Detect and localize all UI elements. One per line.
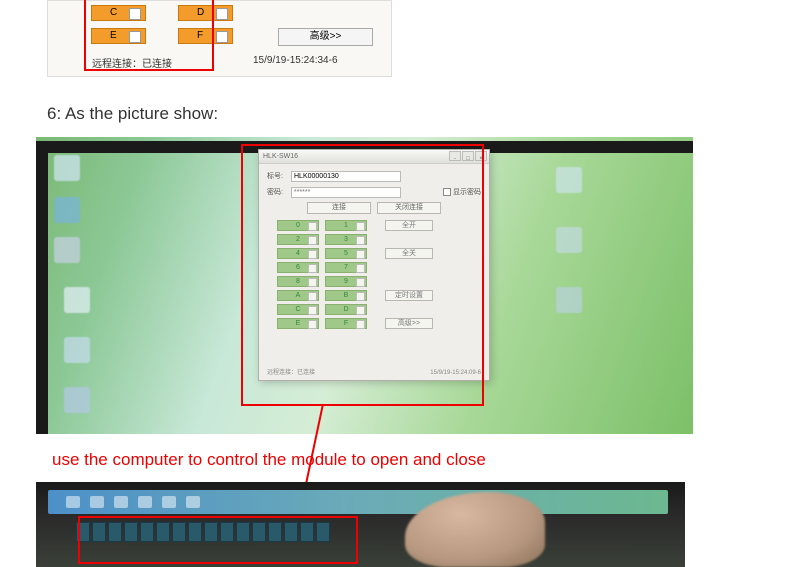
window-title: HLK-SW16 [263, 153, 298, 160]
relay-button[interactable]: D [325, 304, 367, 315]
relay-button[interactable]: 5 [325, 248, 367, 259]
hardware-photo [36, 482, 685, 567]
taskbar-icon [186, 496, 200, 508]
pwd-label: 密码: [267, 187, 291, 197]
relay-button-c[interactable]: C [91, 5, 146, 21]
connection-status: 远程连接：已连接 [92, 55, 172, 70]
step-heading: 6: As the picture show: [47, 104, 218, 124]
connect-button[interactable]: 连接 [307, 202, 371, 214]
desktop-icon [64, 387, 90, 413]
minimize-icon[interactable]: - [449, 151, 461, 161]
disconnect-button[interactable]: 关闭连接 [377, 202, 441, 214]
relay-button[interactable]: 0 [277, 220, 319, 231]
taskbar-icon [90, 496, 104, 508]
desktop-photo: HLK-SW16 - □ × 标号: 密码: 显示密码 连接 [36, 137, 693, 434]
taskbar-icon [114, 496, 128, 508]
pwd-input[interactable] [291, 187, 401, 198]
desktop-icon [556, 287, 582, 313]
taskbar-icon [138, 496, 152, 508]
advanced-button[interactable]: 高级>> [278, 28, 373, 46]
id-input[interactable] [291, 171, 401, 182]
relay-button[interactable]: F [325, 318, 367, 329]
relay-button[interactable]: E [277, 318, 319, 329]
id-label: 标号: [267, 171, 291, 181]
relay-button-f[interactable]: F [178, 28, 233, 44]
desktop-icon [556, 167, 582, 193]
top-partial-screenshot: C D E F 高级>> 远程连接：已连接 15/9/19-15:24:34-6 [47, 0, 392, 77]
close-icon[interactable]: × [475, 151, 487, 161]
relay-button[interactable]: 4 [277, 248, 319, 259]
relay-button[interactable]: 8 [277, 276, 319, 287]
relay-button[interactable]: 9 [325, 276, 367, 287]
maximize-icon[interactable]: □ [462, 151, 474, 161]
show-pwd-checkbox[interactable] [443, 188, 451, 196]
relay-button[interactable]: 1 [325, 220, 367, 231]
close-all-button[interactable]: 全关 [385, 248, 433, 259]
show-pwd-label: 显示密码 [453, 187, 481, 197]
desktop-icon [54, 197, 80, 223]
timer-button[interactable]: 定时设置 [385, 290, 433, 301]
relay-button[interactable]: 6 [277, 262, 319, 273]
window-status: 远程连接：已连接 [267, 367, 315, 376]
relay-grid: 0 1 全开 2 3 4 5 全关 6 7 8 [267, 220, 481, 329]
desktop-icon [54, 237, 80, 263]
desktop-icon [64, 287, 90, 313]
relay-button-d[interactable]: D [178, 5, 233, 21]
advanced-button[interactable]: 高级>> [385, 318, 433, 329]
relay-button[interactable]: B [325, 290, 367, 301]
window-titlebar: HLK-SW16 - □ × [259, 150, 489, 164]
timestamp: 15/9/19-15:24:34-6 [253, 55, 338, 66]
desktop-icon [556, 227, 582, 253]
relay-button[interactable]: 7 [325, 262, 367, 273]
desktop-icon [54, 155, 80, 181]
control-app-window: HLK-SW16 - □ × 标号: 密码: 显示密码 连接 [258, 149, 490, 381]
relay-button[interactable]: 3 [325, 234, 367, 245]
relay-button-e[interactable]: E [91, 28, 146, 44]
annotation-caption: use the computer to control the module t… [52, 450, 486, 470]
relay-hardware [76, 522, 330, 542]
open-all-button[interactable]: 全开 [385, 220, 433, 231]
taskbar-icon [162, 496, 176, 508]
relay-button[interactable]: 2 [277, 234, 319, 245]
desktop-icon [64, 337, 90, 363]
taskbar-icon [66, 496, 80, 508]
relay-button[interactable]: C [277, 304, 319, 315]
window-timestamp: 15/9/19-15:24:09-6 [430, 370, 481, 376]
relay-button[interactable]: A [277, 290, 319, 301]
